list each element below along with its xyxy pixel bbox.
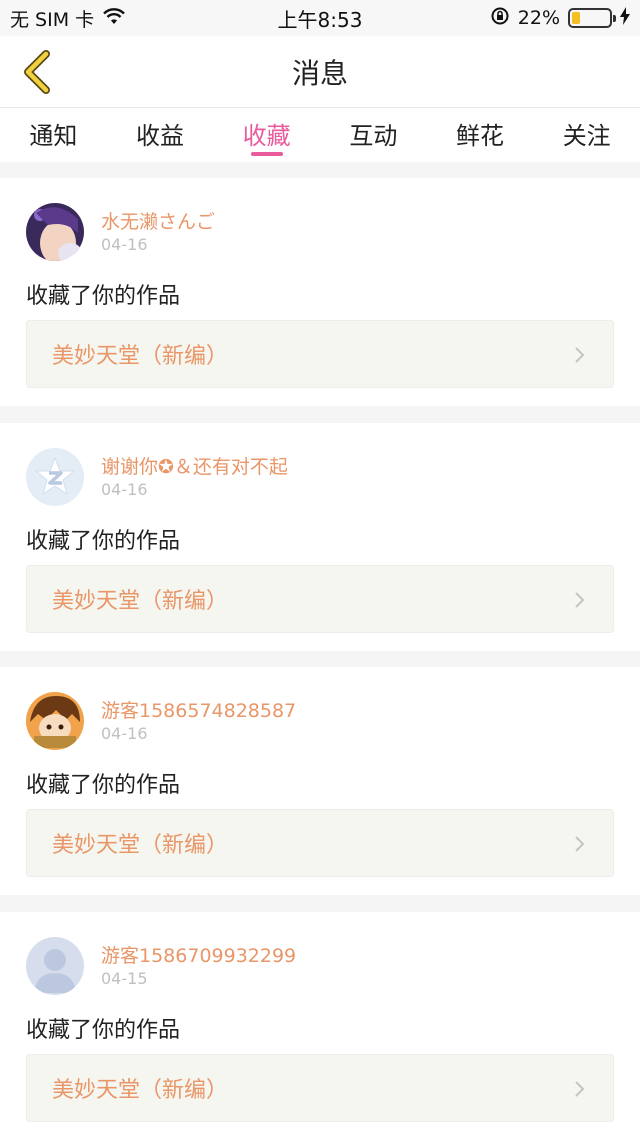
action-text: 收藏了你的作品 [26,284,181,309]
work-link[interactable]: 美妙天堂（新编） [26,565,614,633]
user-name[interactable]: 游客1586574828587 [101,696,296,723]
qq-default-avatar-icon [26,448,84,506]
battery-icon [568,8,616,28]
work-title: 美妙天堂（新编） [52,589,229,614]
chevron-right-icon [575,1081,585,1097]
wifi-icon [102,7,126,30]
action-text: 收藏了你的作品 [26,1018,181,1043]
battery-percent: 22% [517,7,560,29]
tab-flowers[interactable]: 鲜花 [427,108,534,162]
tab-follows[interactable]: 关注 [533,108,640,162]
message-date: 04-16 [101,480,148,499]
message-date: 04-16 [101,235,148,254]
user-name[interactable]: 水无濑さんご [101,207,215,234]
work-title: 美妙天堂（新编） [52,1078,229,1103]
avatar[interactable] [26,203,84,261]
back-button[interactable] [12,46,62,98]
message-date: 04-16 [101,724,148,743]
default-person-avatar-icon [26,937,84,995]
chevron-right-icon [575,592,585,608]
charging-icon [620,6,630,30]
tab-bar: 通知 收益 收藏 互动 鲜花 关注 [0,108,640,162]
status-bar: 无 SIM 卡 上午8:53 22% [0,0,640,36]
chevron-right-icon [575,836,585,852]
work-link[interactable]: 美妙天堂（新编） [26,320,614,388]
tab-notifications[interactable]: 通知 [0,108,107,162]
user-name[interactable]: 游客1586709932299 [101,941,296,968]
anime-girl-avatar-icon [26,203,84,261]
message-card: 谢谢你✪＆还有对不起 04-16 收藏了你的作品 美妙天堂（新编） [0,423,640,651]
work-link[interactable]: 美妙天堂（新编） [26,1054,614,1122]
tab-favorites[interactable]: 收藏 [213,108,320,162]
action-text: 收藏了你的作品 [26,773,181,798]
page-title: 消息 [291,56,348,90]
message-card: 游客1586574828587 04-16 收藏了你的作品 美妙天堂（新编） [0,667,640,895]
carrier-label: 无 SIM 卡 [10,8,95,31]
user-name[interactable]: 谢谢你✪＆还有对不起 [101,452,288,479]
tab-earnings[interactable]: 收益 [107,108,214,162]
work-link[interactable]: 美妙天堂（新编） [26,809,614,877]
chevron-right-icon [575,347,585,363]
anime-boy-avatar-icon [26,692,84,750]
work-title: 美妙天堂（新编） [52,344,229,369]
avatar[interactable] [26,448,84,506]
avatar[interactable] [26,937,84,995]
rotation-lock-icon [490,6,510,31]
tab-interactions[interactable]: 互动 [320,108,427,162]
back-arrow-icon [24,50,50,94]
message-card: 游客1586709932299 04-15 收藏了你的作品 美妙天堂（新编） [0,912,640,1139]
message-card: 水无濑さんご 04-16 收藏了你的作品 美妙天堂（新编） [0,178,640,406]
action-text: 收藏了你的作品 [26,529,181,554]
work-title: 美妙天堂（新编） [52,833,229,858]
active-tab-indicator [250,152,283,156]
nav-header: 消息 [0,36,640,108]
message-date: 04-15 [101,969,148,988]
avatar[interactable] [26,692,84,750]
